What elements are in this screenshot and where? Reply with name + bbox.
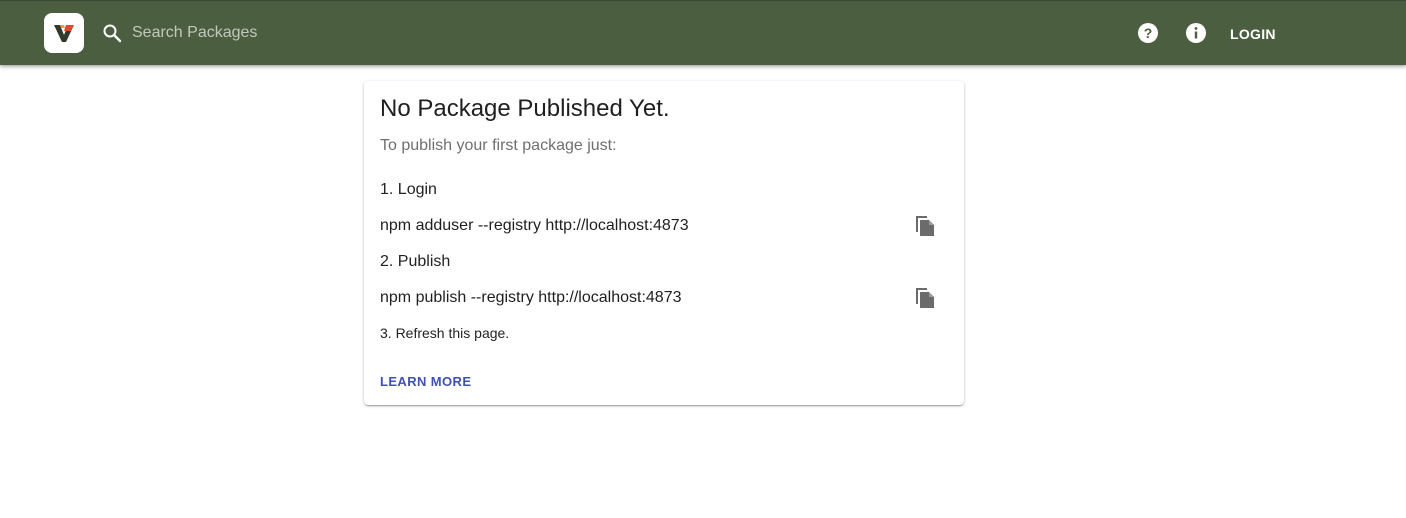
- step-refresh-text: 3. Refresh this page.: [380, 325, 510, 341]
- svg-text:?: ?: [1144, 25, 1153, 41]
- card-title: No Package Published Yet.: [380, 95, 670, 122]
- step-publish-label: 2. Publish: [380, 253, 451, 270]
- empty-state-card: No Package Published Yet. To publish you…: [364, 81, 964, 405]
- publish-command: npm publish --registry http://localhost:…: [380, 289, 682, 306]
- info-icon[interactable]: [1184, 21, 1208, 45]
- copy-icon: [913, 213, 935, 242]
- learn-more-link[interactable]: LEARN MORE: [380, 374, 471, 389]
- copy-login-command-button[interactable]: [911, 214, 937, 240]
- search-icon[interactable]: [100, 21, 124, 45]
- app-header: ? LOGIN: [0, 0, 1406, 65]
- login-command: npm adduser --registry http://localhost:…: [380, 217, 689, 234]
- verdaccio-logo-icon[interactable]: [44, 13, 84, 53]
- help-icon[interactable]: ?: [1136, 21, 1160, 45]
- step-login-label: 1. Login: [380, 181, 437, 198]
- card-subtitle: To publish your first package just:: [380, 137, 617, 154]
- search-bar: [100, 17, 460, 49]
- login-button[interactable]: LOGIN: [1222, 19, 1284, 49]
- search-input[interactable]: [132, 19, 432, 47]
- copy-icon: [913, 285, 935, 314]
- copy-publish-command-button[interactable]: [911, 286, 937, 312]
